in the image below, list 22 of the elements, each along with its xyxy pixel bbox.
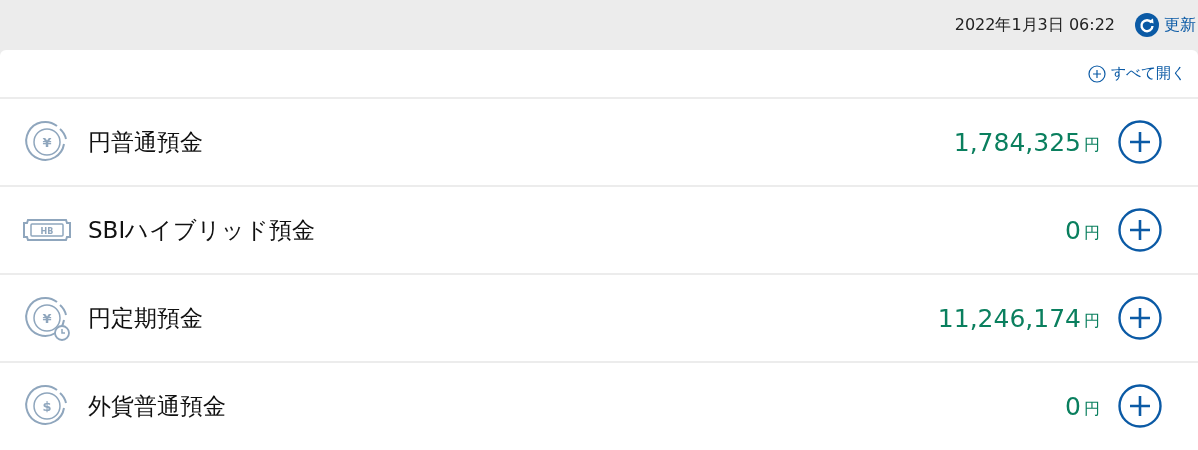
account-name: 円普通預金 <box>88 127 204 157</box>
balance-amount: 11,246,174 <box>937 303 1081 333</box>
currency-unit: 円 <box>1084 134 1100 156</box>
expand-button[interactable] <box>1118 208 1162 252</box>
refresh-icon <box>1135 13 1159 37</box>
timestamp: 2022年1月3日 06:22 <box>954 14 1115 36</box>
currency-unit: 円 <box>1084 310 1100 332</box>
currency-unit: 円 <box>1084 222 1100 244</box>
expand-button[interactable] <box>1118 120 1162 164</box>
expand-button[interactable] <box>1118 384 1162 428</box>
balance-amount: 1,784,325 <box>953 127 1081 157</box>
banknote-icon: HB <box>22 217 72 243</box>
account-name: SBIハイブリッド預金 <box>88 215 317 245</box>
plus-circle-icon <box>1088 64 1106 83</box>
account-name: 円定期預金 <box>88 303 204 333</box>
refresh-button[interactable]: 更新 <box>1135 13 1196 37</box>
balance-amount: 0 <box>1065 391 1081 421</box>
account-name: 外貨普通預金 <box>88 391 227 421</box>
expand-button[interactable] <box>1118 296 1162 340</box>
currency-unit: 円 <box>1084 398 1100 420</box>
expand-all-button[interactable]: すべて開く <box>1088 64 1186 83</box>
balance-amount: 0 <box>1065 215 1081 245</box>
